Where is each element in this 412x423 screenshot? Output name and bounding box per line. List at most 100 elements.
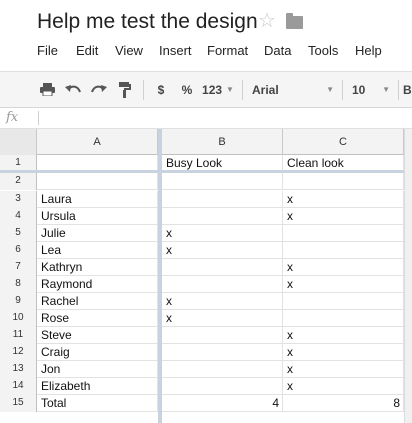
paint-format-icon[interactable] — [114, 72, 136, 107]
formula-separator — [38, 111, 39, 125]
vertical-scrollbar[interactable] — [404, 129, 412, 423]
cell-c[interactable]: x — [283, 259, 404, 276]
currency-format-button[interactable]: $ — [152, 72, 170, 107]
cell-b[interactable] — [162, 327, 283, 344]
cell-a[interactable]: Craig — [37, 344, 158, 361]
row-header[interactable]: 4 — [0, 208, 37, 225]
bold-button[interactable]: B — [403, 72, 412, 107]
row-header[interactable]: 10 — [0, 310, 37, 327]
menu-tools[interactable]: Tools — [308, 43, 338, 58]
row-header[interactable]: 13 — [0, 361, 37, 378]
toolbar: $ % 123 ▼ Arial ▼ 10 ▼ B — [0, 71, 412, 108]
chevron-down-icon: ▼ — [226, 85, 234, 94]
cell-a[interactable]: Raymond — [37, 276, 158, 293]
folder-icon[interactable] — [286, 13, 303, 29]
chevron-down-icon: ▼ — [326, 85, 334, 94]
cell-a[interactable]: Julie — [37, 225, 158, 242]
cell-c[interactable]: x — [283, 327, 404, 344]
table-row: 13 Jon x — [0, 361, 412, 378]
cell-c[interactable] — [283, 173, 404, 190]
column-header-c[interactable]: C — [283, 129, 404, 155]
menu-help[interactable]: Help — [355, 43, 382, 58]
table-row: 15 Total 4 8 — [0, 395, 412, 412]
cell-b[interactable] — [162, 378, 283, 395]
row-header[interactable]: 14 — [0, 378, 37, 395]
cell-b[interactable] — [162, 276, 283, 293]
cell-c[interactable] — [283, 293, 404, 310]
toolbar-separator — [342, 80, 343, 100]
row-header[interactable]: 7 — [0, 259, 37, 276]
print-icon[interactable] — [36, 72, 58, 107]
cell-b[interactable] — [162, 259, 283, 276]
star-icon[interactable]: ☆ — [258, 11, 276, 31]
cell-c[interactable]: x — [283, 208, 404, 225]
select-all-corner[interactable] — [0, 129, 37, 155]
row-header[interactable]: 6 — [0, 242, 37, 259]
cell-c[interactable] — [283, 242, 404, 259]
cell-c[interactable]: x — [283, 378, 404, 395]
row-header[interactable]: 12 — [0, 344, 37, 361]
cell-c[interactable] — [283, 225, 404, 242]
font-select[interactable]: Arial ▼ — [250, 72, 338, 107]
cell-c[interactable]: x — [283, 361, 404, 378]
cell-b[interactable]: x — [162, 293, 283, 310]
row-header[interactable]: 9 — [0, 293, 37, 310]
redo-icon[interactable] — [88, 72, 110, 107]
cell-b[interactable] — [162, 344, 283, 361]
cell-a[interactable]: Lea — [37, 242, 158, 259]
table-row: 2 — [0, 173, 412, 190]
menu-data[interactable]: Data — [264, 43, 291, 58]
cell-a[interactable] — [37, 173, 158, 190]
cell-a[interactable]: Elizabeth — [37, 378, 158, 395]
cell-a[interactable]: Total — [37, 395, 158, 412]
table-row: 9 Rachel x — [0, 293, 412, 310]
cell-a[interactable]: Laura — [37, 191, 158, 208]
table-row: 4 Ursula x — [0, 208, 412, 225]
cell-a[interactable]: Rachel — [37, 293, 158, 310]
table-row: 6 Lea x — [0, 242, 412, 259]
menu-file[interactable]: File — [37, 43, 58, 58]
cell-c[interactable]: x — [283, 191, 404, 208]
menu-insert[interactable]: Insert — [159, 43, 192, 58]
row-header[interactable]: 3 — [0, 191, 37, 208]
cell-c[interactable]: x — [283, 276, 404, 293]
cell-a[interactable]: Steve — [37, 327, 158, 344]
row-header[interactable]: 11 — [0, 327, 37, 344]
table-row: 8 Raymond x — [0, 276, 412, 293]
formula-bar: fx — [0, 108, 412, 129]
cell-a[interactable]: Rose — [37, 310, 158, 327]
formula-input[interactable] — [42, 108, 402, 128]
document-title[interactable]: Help me test the design — [37, 10, 258, 34]
row-header[interactable]: 15 — [0, 395, 37, 412]
row-header[interactable]: 8 — [0, 276, 37, 293]
cell-b[interactable] — [162, 361, 283, 378]
row-header[interactable]: 2 — [0, 173, 37, 190]
toolbar-separator — [242, 80, 243, 100]
font-size-select[interactable]: 10 ▼ — [348, 72, 394, 107]
menu-view[interactable]: View — [115, 43, 143, 58]
menu-edit[interactable]: Edit — [76, 43, 98, 58]
menu-format[interactable]: Format — [207, 43, 248, 58]
cell-b[interactable]: x — [162, 242, 283, 259]
cell-c[interactable] — [283, 310, 404, 327]
cell-b[interactable]: x — [162, 225, 283, 242]
cell-a[interactable]: Kathryn — [37, 259, 158, 276]
cell-a[interactable]: Ursula — [37, 208, 158, 225]
cell-c[interactable]: x — [283, 344, 404, 361]
row-header[interactable]: 5 — [0, 225, 37, 242]
font-label: Arial — [252, 82, 279, 97]
more-formats-button[interactable]: 123 ▼ — [200, 72, 236, 107]
cell-b[interactable] — [162, 191, 283, 208]
cell-b[interactable] — [162, 173, 283, 190]
frozen-column-divider[interactable] — [158, 129, 162, 423]
cell-a[interactable]: Jon — [37, 361, 158, 378]
frozen-row-divider[interactable] — [0, 170, 412, 173]
percent-format-button[interactable]: % — [178, 72, 196, 107]
cell-b[interactable] — [162, 208, 283, 225]
cell-c[interactable]: 8 — [283, 395, 404, 412]
cell-b[interactable]: 4 — [162, 395, 283, 412]
column-header-b[interactable]: B — [162, 129, 283, 155]
cell-b[interactable]: x — [162, 310, 283, 327]
undo-icon[interactable] — [62, 72, 84, 107]
column-header-a[interactable]: A — [37, 129, 158, 155]
